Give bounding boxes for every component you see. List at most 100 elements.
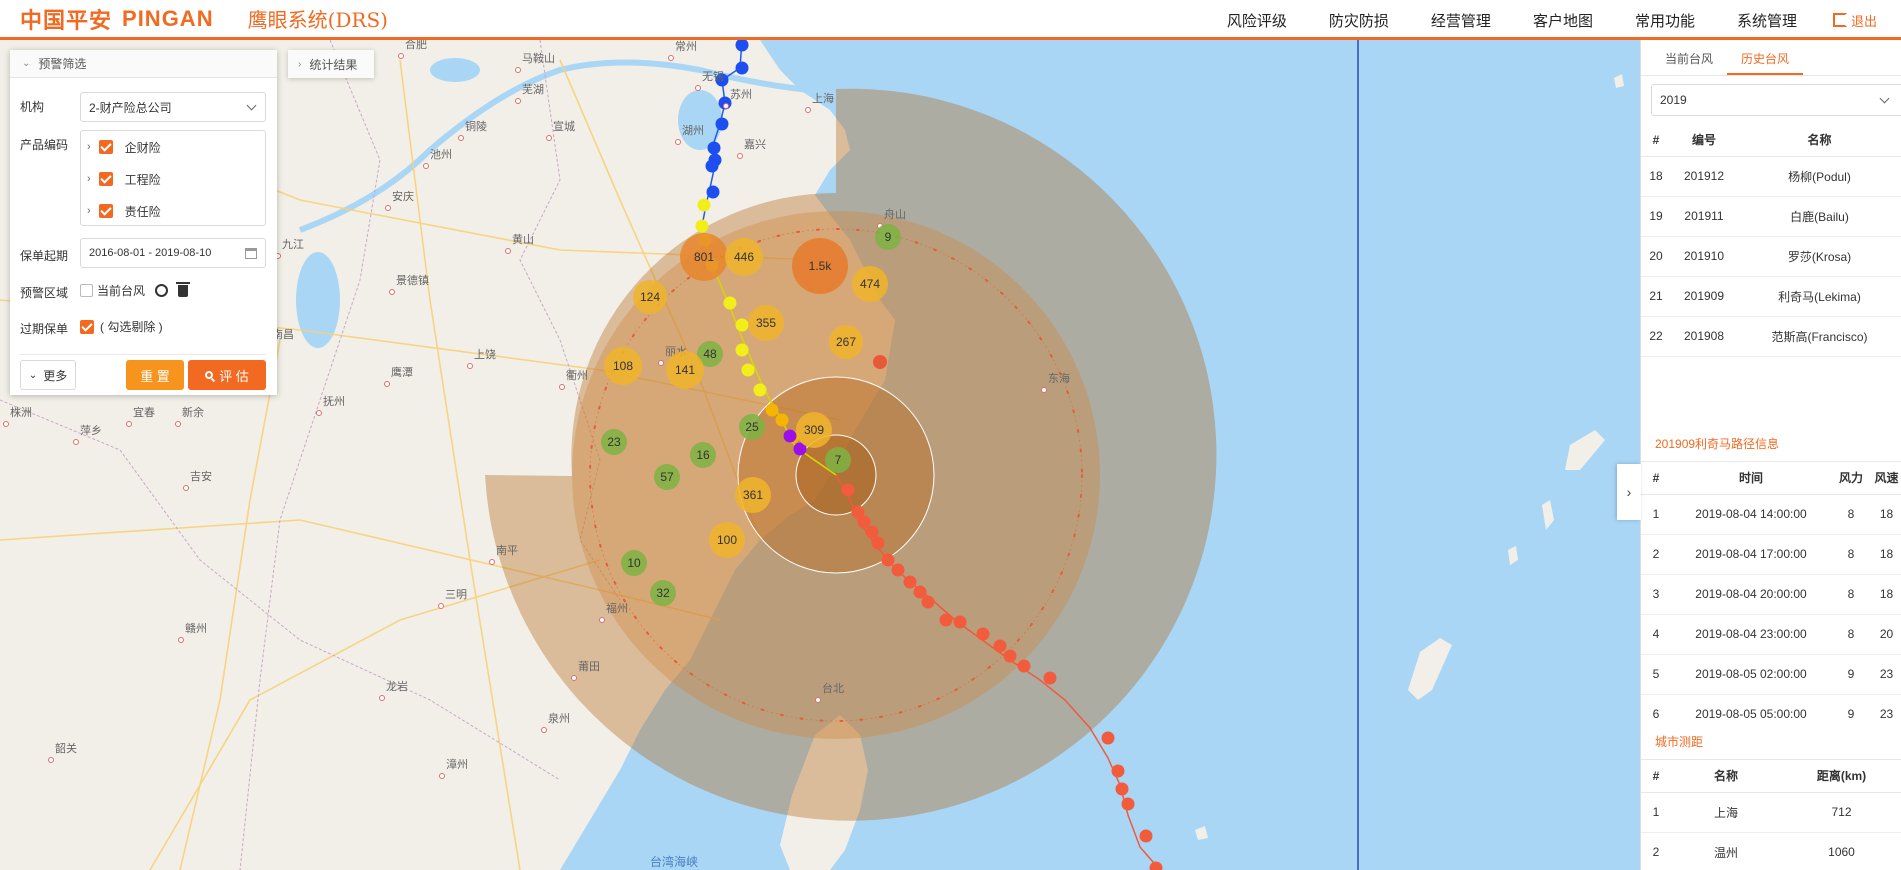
risk-cluster[interactable]: 141 — [666, 351, 704, 389]
path-row[interactable]: 5 2019-08-05 02:00:00 9 23 — [1641, 654, 1901, 695]
track-point-history[interactable] — [715, 117, 729, 131]
year-select[interactable]: 2019 — [1651, 84, 1901, 116]
risk-cluster[interactable]: 9 — [875, 224, 901, 250]
nav-system-management[interactable]: 系统管理 — [1737, 10, 1797, 31]
product-item[interactable]: › 责任险 — [81, 195, 265, 227]
nav-disaster-prevention[interactable]: 防灾防损 — [1329, 10, 1389, 31]
track-point-history[interactable] — [723, 296, 737, 310]
track-point-history[interactable] — [705, 159, 719, 173]
risk-cluster[interactable]: 361 — [735, 477, 771, 513]
path-row[interactable]: 3 2019-08-04 20:00:00 8 18 — [1641, 574, 1901, 615]
track-point-history[interactable] — [695, 219, 709, 233]
tab-history-typhoon[interactable]: 历史台风 — [1727, 40, 1804, 75]
risk-cluster[interactable]: 25 — [739, 414, 765, 440]
track-point-forecast[interactable] — [891, 563, 905, 577]
track-point-forecast[interactable] — [1111, 764, 1125, 778]
track-point-forecast[interactable] — [1101, 731, 1115, 745]
reset-button[interactable]: 重 置 — [126, 360, 184, 390]
org-select[interactable]: 2-财产险总公司 — [80, 92, 266, 122]
risk-cluster[interactable]: 801 — [680, 233, 728, 281]
track-point-forecast[interactable] — [953, 615, 967, 629]
track-point-history[interactable] — [735, 40, 749, 52]
track-point-forecast[interactable] — [1121, 797, 1135, 811]
risk-cluster[interactable]: 23 — [601, 429, 627, 455]
tab-current-typhoon[interactable]: 当前台风 — [1651, 40, 1727, 75]
evaluate-button[interactable]: 评 估 — [188, 360, 266, 390]
period-date-range[interactable]: 2016-08-01 - 2019-08-10 — [80, 238, 266, 268]
risk-cluster[interactable]: 474 — [852, 266, 888, 302]
typhoon-row[interactable]: 21 201909 利奇马(Lekima) — [1641, 276, 1901, 317]
product-checkbox[interactable] — [98, 172, 113, 186]
nav-customer-map[interactable]: 客户地图 — [1533, 10, 1593, 31]
track-point-forecast[interactable] — [881, 553, 895, 567]
track-point-history[interactable] — [706, 185, 720, 199]
panel-collapse-handle[interactable]: › — [1617, 464, 1641, 520]
risk-cluster[interactable]: 446 — [725, 238, 763, 276]
risk-cluster[interactable]: 355 — [748, 305, 784, 341]
path-row[interactable]: 2 2019-08-04 17:00:00 8 18 — [1641, 534, 1901, 575]
nav-business-management[interactable]: 经营管理 — [1431, 10, 1491, 31]
risk-cluster[interactable]: 124 — [633, 280, 667, 314]
track-point-history[interactable] — [707, 141, 721, 155]
trash-icon[interactable] — [176, 281, 191, 297]
typhoon-row[interactable]: 22 201908 范斯高(Francisco) — [1641, 316, 1901, 357]
nav-risk-rating[interactable]: 风险评级 — [1227, 10, 1287, 31]
track-point-history[interactable] — [775, 413, 789, 427]
typhoon-row[interactable]: 20 201910 罗莎(Krosa) — [1641, 236, 1901, 277]
track-point-forecast[interactable] — [993, 639, 1007, 653]
path-row[interactable]: 1 2019-08-04 14:00:00 8 18 — [1641, 494, 1901, 535]
risk-cluster[interactable]: 57 — [654, 464, 680, 490]
track-point-forecast[interactable] — [841, 483, 855, 497]
track-point-history[interactable] — [783, 429, 797, 443]
typhoon-row[interactable]: 19 201911 白鹿(Bailu) — [1641, 196, 1901, 237]
chevron-right-icon[interactable]: › — [87, 173, 91, 185]
filter-panel-header[interactable]: ⌄ 预警筛选 — [10, 50, 277, 78]
track-point-history[interactable] — [697, 198, 711, 212]
city-row[interactable]: 1 上海 712 — [1641, 792, 1901, 833]
expired-checkbox[interactable] — [80, 319, 94, 334]
track-point-forecast[interactable] — [1139, 829, 1153, 843]
logout-button[interactable]: 退出 — [1832, 11, 1877, 30]
risk-cluster[interactable]: 100 — [709, 522, 745, 558]
risk-cluster[interactable]: 267 — [829, 325, 863, 359]
risk-cluster[interactable]: 32 — [650, 580, 676, 606]
chevron-right-icon[interactable]: › — [87, 141, 91, 153]
current-typhoon-checkbox[interactable] — [80, 284, 93, 297]
track-point-history[interactable] — [765, 403, 779, 417]
track-point-forecast[interactable] — [976, 627, 990, 641]
track-point-history[interactable] — [735, 61, 749, 75]
track-point-forecast[interactable] — [939, 613, 953, 627]
chevron-right-icon[interactable]: › — [87, 205, 91, 217]
product-checkbox[interactable] — [98, 140, 113, 154]
stat-result-tab[interactable]: › 统计结果 — [288, 50, 374, 78]
product-item[interactable]: › 企财险 — [81, 131, 265, 163]
draw-circle-icon[interactable] — [155, 284, 169, 297]
nav-common-functions[interactable]: 常用功能 — [1635, 10, 1695, 31]
city-row[interactable]: 2 温州 1060 — [1641, 832, 1901, 870]
risk-cluster[interactable]: 309 — [796, 412, 832, 448]
path-row[interactable]: 6 2019-08-05 05:00:00 9 23 — [1641, 694, 1901, 726]
risk-cluster[interactable]: 1.5k — [792, 238, 848, 294]
risk-cluster[interactable]: 7 — [825, 447, 851, 473]
product-item[interactable]: › 工程险 — [81, 163, 265, 195]
risk-cluster[interactable]: 10 — [621, 550, 647, 576]
path-row[interactable]: 4 2019-08-04 23:00:00 8 20 — [1641, 614, 1901, 655]
product-checkbox[interactable] — [98, 204, 113, 218]
track-point-forecast[interactable] — [1003, 649, 1017, 663]
track-point-forecast[interactable] — [865, 525, 879, 539]
track-point-forecast[interactable] — [871, 536, 885, 550]
track-point-history[interactable] — [741, 363, 755, 377]
track-point-forecast[interactable] — [1115, 782, 1129, 796]
risk-cluster[interactable]: 108 — [604, 347, 642, 385]
track-point-forecast[interactable] — [921, 595, 935, 609]
track-point-history[interactable] — [753, 383, 767, 397]
track-point-history[interactable] — [735, 318, 749, 332]
track-point-forecast[interactable] — [1043, 671, 1057, 685]
typhoon-row[interactable]: 18 201912 杨柳(Podul) — [1641, 156, 1901, 197]
track-point-forecast[interactable] — [1017, 659, 1031, 673]
warning-point[interactable] — [873, 355, 887, 369]
more-button[interactable]: ⌄ 更多 — [20, 360, 76, 390]
track-point-forecast[interactable] — [903, 575, 917, 589]
track-point-history[interactable] — [735, 343, 749, 357]
risk-cluster[interactable]: 16 — [690, 442, 716, 468]
